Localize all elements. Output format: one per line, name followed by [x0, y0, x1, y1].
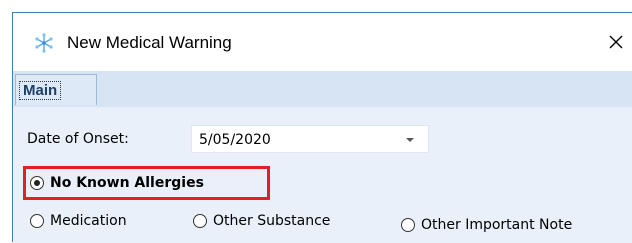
date-of-onset-dropdown[interactable]: 5/05/2020 [191, 125, 429, 153]
radio-label: No Known Allergies [50, 175, 204, 191]
radio-button[interactable] [30, 214, 44, 228]
radio-no-known-allergies[interactable]: No Known Allergies [30, 175, 204, 191]
title-bar: New Medical Warning [13, 13, 632, 63]
chevron-down-icon[interactable] [406, 138, 414, 142]
medical-warning-dialog: New Medical Warning Main Date of Onset: … [12, 12, 632, 243]
tab-main[interactable]: Main [15, 74, 97, 105]
snowflake-icon [34, 33, 54, 53]
radio-label: Other Substance [213, 213, 331, 229]
radio-button[interactable] [401, 218, 415, 232]
radio-label: Other Important Note [421, 217, 573, 233]
radio-other-important-note[interactable]: Other Important Note [401, 217, 572, 233]
radio-other-substance[interactable]: Other Substance [193, 213, 330, 229]
tab-strip: Main [13, 71, 632, 107]
close-icon [609, 35, 623, 49]
dialog-title: New Medical Warning [67, 33, 232, 52]
main-panel: Date of Onset: 5/05/2020 No Known Allerg… [13, 107, 632, 243]
radio-button[interactable] [30, 176, 44, 190]
radio-button[interactable] [193, 214, 207, 228]
date-of-onset-label: Date of Onset: [27, 131, 129, 147]
radio-medication[interactable]: Medication [30, 213, 127, 229]
date-of-onset-value: 5/05/2020 [199, 132, 271, 148]
close-button[interactable] [601, 27, 631, 57]
tab-main-label: Main [19, 80, 62, 100]
radio-label: Medication [50, 213, 127, 229]
